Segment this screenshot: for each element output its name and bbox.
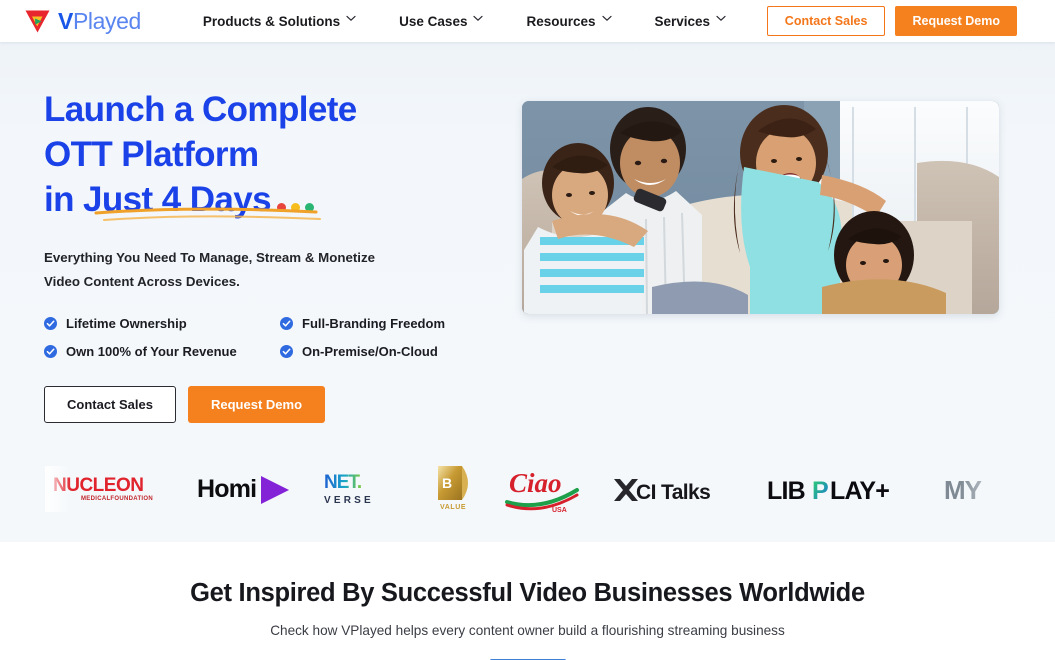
header-contact-sales-button[interactable]: Contact Sales: [766, 6, 886, 36]
svg-text:VERSE: VERSE: [324, 495, 374, 506]
feature-item: Lifetime Ownership: [44, 316, 280, 331]
feature-item: Own 100% of Your Revenue: [44, 344, 280, 359]
svg-text:Ciao: Ciao: [509, 468, 562, 498]
nav-label: Use Cases: [399, 13, 468, 29]
header-actions: Contact Sales Request Demo: [766, 6, 1017, 36]
svg-text:NET.: NET.: [324, 472, 361, 493]
hero-cta-group: Contact Sales Request Demo: [44, 385, 504, 423]
hero-copy: Launch a Complete OTT Platform in Just 4…: [44, 88, 504, 423]
chevron-down-icon: [716, 15, 726, 24]
header-request-demo-button[interactable]: Request Demo: [895, 6, 1017, 36]
feature-label: On-Premise/On-Cloud: [302, 343, 438, 359]
svg-text:USA: USA: [552, 507, 567, 514]
check-circle-icon: [44, 316, 57, 330]
svg-text:MEDICALFOUNDATION: MEDICALFOUNDATION: [81, 496, 153, 502]
nav-item-resources[interactable]: Resources: [504, 14, 632, 29]
check-circle-icon: [44, 344, 57, 358]
logo-played: Played: [72, 7, 141, 34]
inspiration-section: Get Inspired By Successful Video Busines…: [0, 542, 1055, 660]
svg-text:LAY+: LAY+: [830, 477, 889, 505]
hero-feature-list: Lifetime Ownership Full-Branding Freedom…: [44, 316, 504, 359]
brand-logo-my: MY: [942, 466, 1055, 512]
chevron-down-icon: [473, 15, 484, 24]
client-logo-strip: NUCLEON MEDICALFOUNDATION NUCLEON Homi: [0, 452, 1055, 532]
page-root: VPlayed Products & Solutions Use Cases R…: [0, 0, 1055, 660]
brand-logo-homi: Homi: [197, 466, 302, 512]
hero-subheadline: Everything You Need To Manage, Stream & …: [44, 246, 504, 293]
headline-line-2: OTT Platform: [44, 134, 259, 174]
svg-text:VALUE: VALUE: [440, 504, 466, 511]
chevron-down-icon: [346, 15, 356, 24]
site-logo[interactable]: VPlayed: [24, 9, 141, 34]
nav-label: Products & Solutions: [202, 13, 341, 29]
nav-item-services[interactable]: Services: [633, 14, 748, 29]
vplayed-logo-icon: [24, 9, 51, 34]
main-nav: Products & Solutions Use Cases Resources…: [181, 14, 747, 29]
headline-underline: [94, 207, 321, 221]
svg-text:P: P: [812, 477, 829, 505]
svg-text:LIB: LIB: [767, 477, 805, 505]
hero-request-demo-button[interactable]: Request Demo: [187, 385, 326, 423]
section-subtitle: Check how VPlayed helps every content ow…: [270, 623, 785, 638]
feature-label: Lifetime Ownership: [66, 315, 187, 331]
nav-label: Services: [654, 13, 711, 29]
check-circle-icon: [280, 316, 293, 330]
subhead-line-2: Video Content Across Devices.: [44, 274, 240, 290]
section-title: Get Inspired By Successful Video Busines…: [190, 579, 865, 607]
nav-label: Resources: [526, 13, 596, 29]
brand-logo-bvalue: B VALUE: [428, 464, 472, 514]
svg-text:B: B: [442, 475, 452, 491]
hero-contact-sales-button[interactable]: Contact Sales: [44, 385, 176, 423]
feature-item: On-Premise/On-Cloud: [280, 344, 504, 359]
check-circle-icon: [280, 344, 293, 358]
site-header: VPlayed Products & Solutions Use Cases R…: [0, 0, 1055, 42]
hero-image: [522, 101, 999, 314]
logo-v: V: [58, 7, 73, 34]
headline-line-1: Launch a Complete: [44, 90, 357, 129]
feature-label: Own 100% of Your Revenue: [66, 343, 237, 359]
svg-text:Homi: Homi: [197, 475, 256, 503]
nav-item-use-cases[interactable]: Use Cases: [377, 14, 504, 29]
hero-headline: Launch a Complete OTT Platform in Just 4…: [44, 88, 504, 222]
brand-logo-netverse: NET. VERSE: [322, 466, 408, 512]
chevron-down-icon: [601, 15, 612, 24]
subhead-line-1: Everything You Need To Manage, Stream & …: [44, 250, 376, 266]
feature-item: Full-Branding Freedom: [280, 316, 504, 331]
svg-text:CI Talks: CI Talks: [636, 481, 710, 504]
brand-logo-ciao-usa: Ciao USA: [505, 462, 581, 514]
brand-logo-xcitalks: CI Talks: [610, 466, 738, 512]
feature-label: Full-Branding Freedom: [302, 315, 445, 331]
brand-logo-nucleon: NUCLEON MEDICALFOUNDATION NUCLEON: [45, 466, 175, 512]
brand-logo-libplay: LIB P LAY+: [765, 466, 915, 512]
nav-item-products[interactable]: Products & Solutions: [181, 14, 377, 29]
family-watching-tv-photo: [522, 101, 999, 314]
hero-section: Launch a Complete OTT Platform in Just 4…: [0, 42, 1055, 542]
logo-wordmark: VPlayed: [58, 7, 141, 34]
